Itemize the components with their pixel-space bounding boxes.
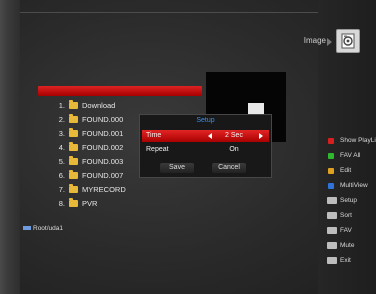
row-number: 7. (58, 185, 65, 194)
legend-label: FAV All (340, 152, 361, 159)
green-key-icon (328, 153, 334, 159)
red-key-icon (328, 138, 334, 144)
row-number: 4. (58, 143, 65, 152)
file-row[interactable]: 7. MYRECORD (38, 184, 188, 196)
folder-icon (69, 156, 78, 165)
legend-label: Mute (340, 242, 355, 249)
legend-label: Edit (340, 167, 352, 174)
media-player-screen: Image 1. Download 2. FOUND.000 3. FOUND.… (0, 0, 376, 294)
sort-key-icon (327, 212, 337, 219)
device-label: Root/uda1 (23, 225, 63, 232)
arrow-right-icon[interactable] (259, 133, 263, 139)
left-bezel (0, 0, 20, 294)
legend-label: MultiView (340, 182, 368, 189)
legend-fav: FAV (321, 225, 376, 237)
arrow-right-icon (327, 38, 332, 46)
folder-icon (69, 184, 78, 193)
folder-icon (69, 114, 78, 123)
selected-row-highlight[interactable] (38, 86, 202, 96)
folder-name: FOUND.000 (82, 115, 124, 124)
legend-label: Sort (340, 212, 352, 219)
legend-fav-all: FAV All (321, 150, 376, 162)
option-label: Repeat (146, 146, 169, 153)
folder-name: FOUND.003 (82, 157, 124, 166)
legend-show-playlist: Show PlayList (321, 135, 376, 147)
row-number: 3. (58, 129, 65, 138)
legend-multiview: MultiView (321, 180, 376, 192)
time-option[interactable]: Time 2 Sec (142, 130, 269, 142)
row-number: 8. (58, 199, 65, 208)
cancel-button[interactable]: Cancel (212, 163, 246, 173)
legend-label: Show PlayList (340, 137, 376, 144)
mute-key-icon (327, 242, 337, 249)
exit-key-icon (327, 257, 337, 264)
device-name: Root/uda1 (33, 225, 63, 232)
image-icon (336, 29, 360, 53)
folder-icon (69, 142, 78, 151)
setup-key-icon (327, 197, 337, 204)
legend-mute: Mute (321, 240, 376, 252)
option-value: 2 Sec (225, 132, 243, 139)
row-number: 6. (58, 171, 65, 180)
folder-icon (69, 170, 78, 179)
option-label: Time (146, 132, 162, 139)
folder-name: PVR (82, 199, 98, 208)
yellow-key-icon (328, 168, 334, 174)
arrow-left-icon[interactable] (208, 133, 212, 139)
legend-exit: Exit (321, 255, 376, 267)
legend-edit: Edit (321, 165, 376, 177)
usb-drive-icon (23, 226, 31, 231)
repeat-option[interactable]: Repeat On (142, 144, 269, 156)
folder-name: FOUND.001 (82, 129, 124, 138)
file-row[interactable]: 1. Download (38, 100, 188, 112)
fav-key-icon (327, 227, 337, 234)
legend-label: FAV (340, 227, 352, 234)
legend-label: Setup (340, 197, 357, 204)
folder-icon (69, 100, 78, 109)
page-title: Image (303, 36, 326, 45)
folder-icon (69, 198, 78, 207)
row-number: 2. (58, 115, 65, 124)
folder-name: MYRECORD (82, 185, 126, 194)
legend-sort: Sort (321, 210, 376, 222)
save-button[interactable]: Save (160, 163, 194, 173)
folder-name: FOUND.007 (82, 171, 124, 180)
legend-setup: Setup (321, 195, 376, 207)
row-number: 5. (58, 157, 65, 166)
file-row[interactable]: 8. PVR (38, 198, 188, 210)
folder-name: FOUND.002 (82, 143, 124, 152)
option-value: On (229, 146, 239, 153)
folder-name: Download (82, 101, 116, 110)
dialog-title: Setup (196, 117, 215, 124)
legend-label: Exit (340, 257, 351, 264)
folder-icon (69, 128, 78, 137)
blue-key-icon (328, 183, 334, 189)
row-number: 1. (58, 101, 65, 110)
setup-dialog: Setup Time 2 Sec Repeat On Save Cancel (139, 114, 272, 178)
